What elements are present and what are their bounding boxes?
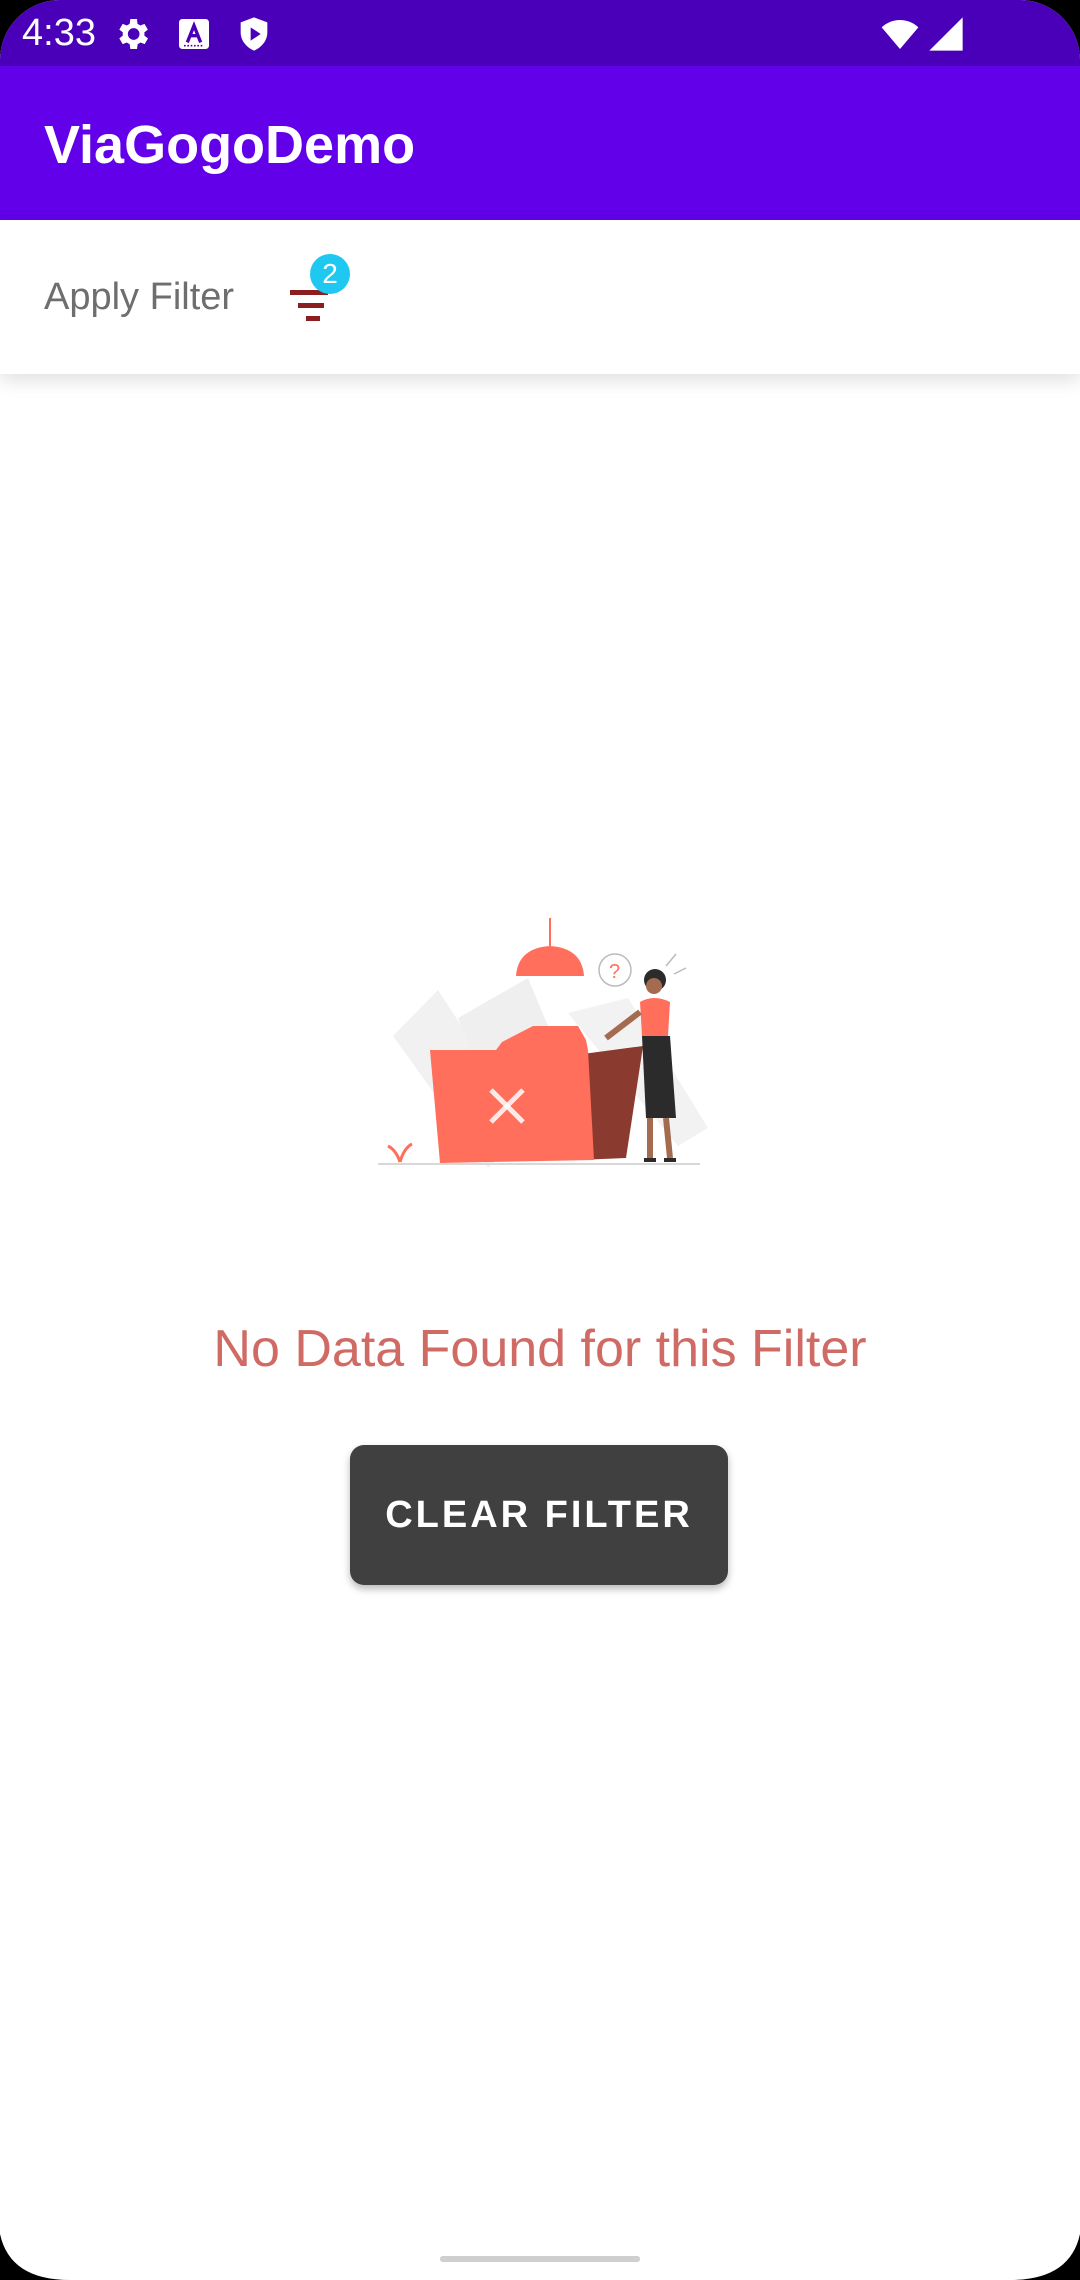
screen-bottom-edge bbox=[0, 2234, 1080, 2280]
app-screen: 4:33 ViaGogoDemo Apply Filter 2 ? No Dat… bbox=[0, 0, 1080, 2280]
clear-filter-button[interactable]: CLEAR FILTER bbox=[350, 1445, 728, 1585]
cell-signal-icon bbox=[926, 14, 966, 54]
app-bar: ViaGogoDemo bbox=[0, 66, 1080, 220]
filter-button[interactable]: 2 bbox=[282, 254, 358, 338]
a-badge-icon bbox=[174, 14, 214, 54]
status-bar: 4:33 bbox=[0, 0, 1080, 66]
gear-icon bbox=[112, 14, 152, 54]
wifi-icon bbox=[880, 14, 920, 54]
status-time: 4:33 bbox=[22, 12, 96, 54]
apply-filter-label[interactable]: Apply Filter bbox=[44, 274, 234, 320]
empty-folder-illustration: ? bbox=[378, 918, 710, 1168]
filter-bar: Apply Filter 2 bbox=[0, 220, 1080, 374]
app-title: ViaGogoDemo bbox=[44, 115, 416, 175]
empty-message: No Data Found for this Filter bbox=[213, 1320, 867, 1378]
shield-play-icon bbox=[234, 14, 274, 54]
svg-text:?: ? bbox=[609, 961, 620, 983]
filter-count-badge: 2 bbox=[310, 254, 350, 294]
